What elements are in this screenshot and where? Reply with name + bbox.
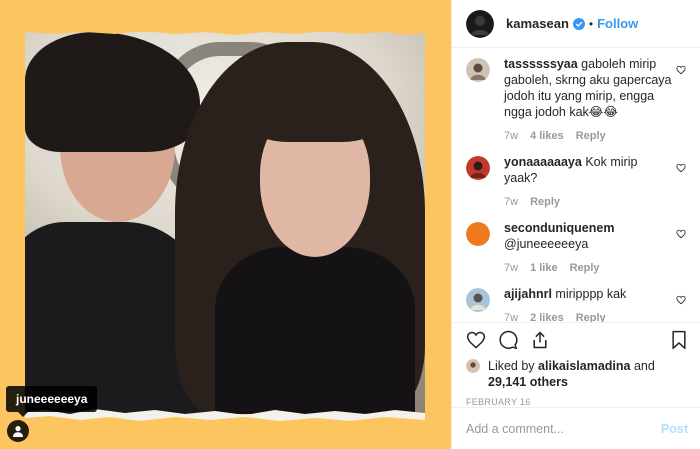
reply-button[interactable]: Reply: [576, 128, 606, 144]
commenter-avatar[interactable]: [466, 58, 490, 82]
comment-likes[interactable]: 1 like: [530, 260, 558, 276]
instagram-post: juneeeeeeya kamasean • Follow tassssssya…: [0, 0, 700, 449]
comment-item: ajijahnrl miripppp kak 7w 2 likes Reply: [466, 286, 690, 322]
tagged-users-button[interactable]: [7, 420, 29, 442]
comment-username[interactable]: yonaaaaaaya: [504, 155, 582, 169]
post-header: kamasean • Follow: [452, 0, 700, 48]
post-sidebar: kamasean • Follow tassssssyaa gaboleh mi…: [451, 0, 700, 449]
commenter-avatar[interactable]: [466, 222, 490, 246]
heart-icon[interactable]: [676, 294, 686, 308]
comment-time[interactable]: 7w: [504, 310, 518, 322]
user-tag-icon: [13, 426, 23, 437]
comment-item: yonaaaaaaya Kok mirip yaak? 7w Reply: [466, 154, 690, 210]
user-tag-chip[interactable]: juneeeeeeya: [6, 386, 98, 417]
add-comment-bar: Post: [452, 407, 700, 449]
comment-username[interactable]: ajijahnrl: [504, 287, 552, 301]
comment-item: tassssssyaa gaboleh mirip gaboleh, skrng…: [466, 56, 690, 144]
tagged-username: juneeeeeeya: [16, 392, 88, 406]
likes-count[interactable]: 29,141 others: [488, 375, 568, 389]
torn-edge-top: [25, 28, 425, 35]
likes-prefix: Liked by: [488, 359, 535, 373]
comment-mention[interactable]: @juneeeeeeya: [504, 237, 588, 251]
comment-input[interactable]: [466, 421, 661, 436]
comment-icon[interactable]: [498, 330, 518, 350]
likes-summary: Liked by alikaislamadina and 29,141 othe…: [452, 356, 700, 390]
comment-item: seconduniquenem @juneeeeeeya 7w 1 like R…: [466, 220, 690, 276]
liker-username[interactable]: alikaislamadina: [538, 359, 630, 373]
commenter-avatar[interactable]: [466, 288, 490, 312]
comment-time[interactable]: 7w: [504, 194, 518, 210]
comment-text: miripppp kak: [555, 287, 627, 301]
post-actions: [452, 322, 700, 356]
verified-badge-icon: [572, 17, 585, 30]
comment-username[interactable]: seconduniquenem: [504, 221, 614, 235]
post-button[interactable]: Post: [661, 422, 688, 436]
post-date[interactable]: FEBRUARY 16: [452, 390, 700, 407]
follow-button[interactable]: Follow: [597, 16, 638, 31]
comment-time[interactable]: 7w: [504, 128, 518, 144]
comment-username[interactable]: tassssssyaa: [504, 57, 578, 71]
separator-dot: •: [588, 16, 594, 31]
comment-likes[interactable]: 2 likes: [530, 310, 564, 322]
likes-and: and: [633, 359, 655, 373]
comment-time[interactable]: 7w: [504, 260, 518, 276]
comments-list[interactable]: tassssssyaa gaboleh mirip gaboleh, skrng…: [452, 48, 700, 322]
reply-button[interactable]: Reply: [530, 194, 560, 210]
bookmark-icon[interactable]: [670, 330, 688, 350]
heart-icon[interactable]: [676, 228, 686, 242]
heart-icon[interactable]: [676, 64, 686, 78]
author-username[interactable]: kamasean: [506, 16, 569, 31]
reply-button[interactable]: Reply: [576, 310, 606, 322]
liker-avatar[interactable]: [466, 359, 480, 373]
heart-icon[interactable]: [676, 162, 686, 176]
post-photo[interactable]: [25, 32, 425, 414]
like-icon[interactable]: [466, 330, 486, 350]
comment-likes[interactable]: 4 likes: [530, 128, 564, 144]
commenter-avatar[interactable]: [466, 156, 490, 180]
post-media[interactable]: juneeeeeeya: [0, 0, 451, 449]
reply-button[interactable]: Reply: [570, 260, 600, 276]
avatar[interactable]: [466, 9, 494, 38]
share-icon[interactable]: [530, 330, 550, 350]
